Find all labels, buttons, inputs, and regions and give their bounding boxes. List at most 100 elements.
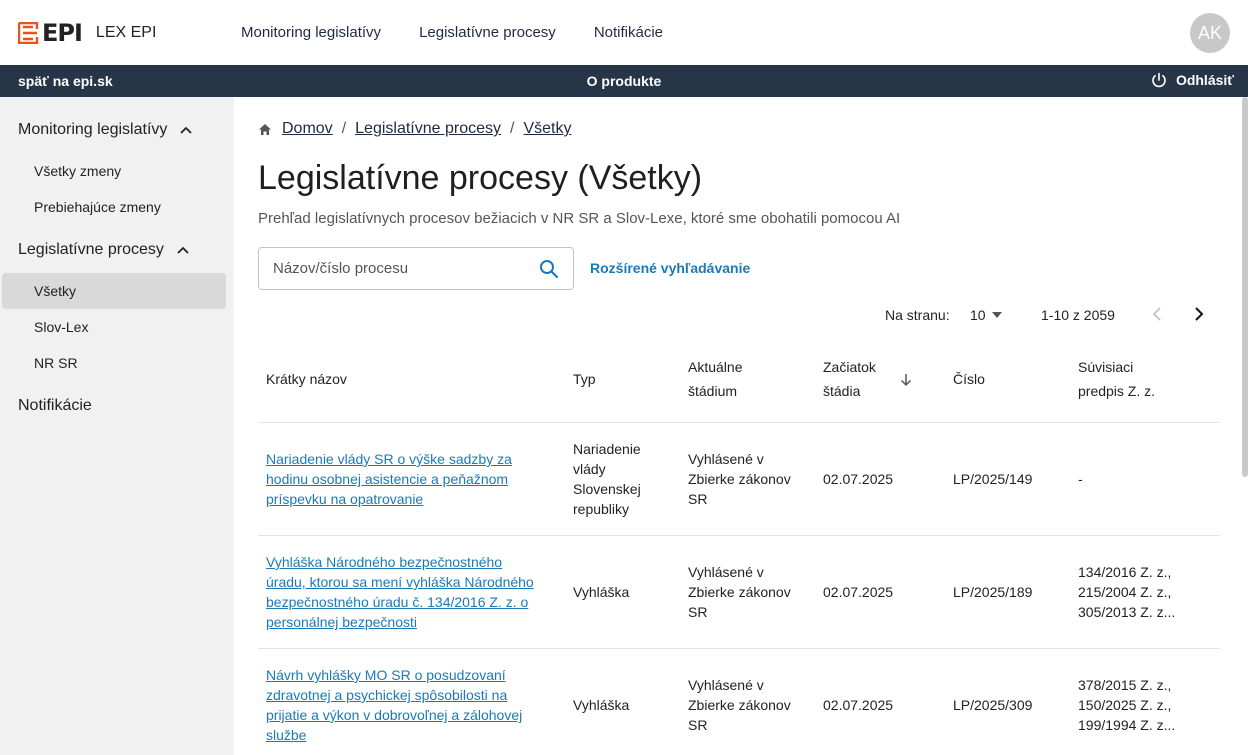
logo[interactable]: EPI LEX EPI — [18, 19, 156, 47]
breadcrumb-all[interactable]: Všetky — [523, 120, 571, 138]
row-date-cell: 02.07.2025 — [823, 584, 894, 600]
type-line: Slovenskej — [573, 481, 641, 497]
process-link-line: službe — [266, 727, 307, 743]
row-number-cell: LP/2025/189 — [953, 584, 1033, 600]
row-name-cell: Vyhláška Národného bezpečnostného úradu,… — [266, 552, 556, 632]
next-page-button[interactable] — [1190, 306, 1206, 327]
column-header-stage-line1: Aktuálne — [688, 359, 743, 375]
sidebar-item-all[interactable]: Všetky — [2, 273, 226, 309]
related-line: 199/1994 Z. z... — [1078, 717, 1176, 733]
stage-line: Vyhlásené v — [688, 677, 764, 693]
per-page-select[interactable]: 10 — [970, 307, 1002, 323]
table-row[interactable]: Vyhláška Národného bezpečnostného úradu,… — [258, 536, 1220, 649]
process-link[interactable]: Vyhláška Národného bezpečnostného úradu,… — [266, 554, 534, 630]
epi-logo-icon — [18, 21, 40, 44]
process-link-line: Nariadenie vlády SR o výške sadzby za — [266, 451, 512, 467]
row-related-cell: 378/2015 Z. z., 150/2025 Z. z., 199/1994… — [1078, 675, 1208, 735]
prev-page-button[interactable] — [1150, 306, 1166, 327]
breadcrumb: Domov / Legislatívne procesy / Všetky — [258, 120, 571, 138]
page-title: Legislatívne procesy (Všetky) — [258, 159, 703, 197]
process-link-line: zdravotnej a psychickej spôsobilosti na — [266, 687, 508, 703]
column-header-start-line2: štádia — [823, 383, 861, 399]
top-nav: Monitoring legislatívy Legislatívne proc… — [241, 0, 701, 65]
power-icon — [1152, 72, 1166, 88]
related-line: 305/2013 Z. z... — [1078, 604, 1176, 620]
sidebar-item-nr-sr[interactable]: NR SR — [2, 345, 226, 381]
sidebar-item-ongoing-changes[interactable]: Prebiehajúce zmeny — [2, 189, 226, 225]
row-number-cell: LP/2025/149 — [953, 471, 1033, 487]
breadcrumb-separator: / — [510, 120, 515, 137]
chevron-left-icon — [1152, 307, 1161, 321]
sort-arrow-down-icon[interactable] — [900, 373, 912, 387]
process-link[interactable]: Nariadenie vlády SR o výške sadzby za ho… — [266, 451, 512, 507]
breadcrumb-legislative[interactable]: Legislatívne procesy — [355, 120, 501, 138]
row-type-cell: Vyhláška — [573, 582, 673, 602]
related-line: 378/2015 Z. z., — [1078, 677, 1172, 693]
top-header: EPI LEX EPI Monitoring legislatívy Legis… — [0, 0, 1248, 65]
sidebar-group-label: Legislatívne procesy — [18, 241, 164, 258]
page-scrollbar[interactable] — [1242, 97, 1248, 477]
sidebar-group-legislative[interactable]: Legislatívne procesy — [18, 241, 190, 259]
sidebar-item-all-changes[interactable]: Všetky zmeny — [2, 153, 226, 189]
column-header-name[interactable]: Krátky názov — [266, 367, 347, 391]
chevron-up-icon — [180, 126, 193, 134]
stage-line: Zbierke zákonov — [688, 584, 791, 600]
type-line: Vyhláška — [573, 584, 630, 600]
sidebar-group-label: Monitoring legislatívy — [18, 121, 168, 138]
caret-down-icon — [991, 312, 1002, 318]
main-content: Domov / Legislatívne procesy / Všetky Le… — [234, 97, 1248, 755]
advanced-search-link[interactable]: Rozšírené vyhľadávanie — [590, 260, 750, 276]
row-stage-cell: Vyhlásené v Zbierke zákonov SR — [688, 675, 808, 735]
row-date-cell: 02.07.2025 — [823, 471, 894, 487]
column-header-start-line1: Začiatok — [823, 359, 876, 375]
nav-legislative-processes[interactable]: Legislatívne procesy — [419, 24, 556, 41]
process-link-line: Vyhláška Národného bezpečnostného — [266, 554, 503, 570]
pagination-range: 1-10 z 2059 — [1041, 307, 1115, 323]
nav-monitoring[interactable]: Monitoring legislatívy — [241, 24, 381, 41]
column-header-number[interactable]: Číslo — [953, 367, 985, 391]
related-line: 134/2016 Z. z., — [1078, 564, 1172, 580]
product-name: LEX EPI — [95, 23, 157, 41]
column-header-related[interactable]: Súvisiaci predpis Z. z. — [1078, 355, 1155, 403]
stage-line: Zbierke zákonov — [688, 471, 791, 487]
breadcrumb-home[interactable]: Domov — [282, 120, 333, 138]
sidebar-group-notifications[interactable]: Notifikácie — [18, 397, 92, 415]
sidebar-item-slov-lex[interactable]: Slov-Lex — [2, 309, 226, 345]
row-name-cell: Nariadenie vlády SR o výške sadzby za ho… — [266, 449, 556, 509]
about-product-link[interactable]: O produkte — [0, 73, 1248, 89]
stage-line: SR — [688, 717, 708, 733]
type-line: Nariadenie — [573, 441, 641, 457]
user-avatar[interactable]: AK — [1190, 13, 1230, 53]
column-header-type[interactable]: Typ — [573, 367, 596, 391]
logo-text: EPI — [42, 18, 83, 47]
search-input[interactable] — [273, 260, 539, 277]
column-header-stage[interactable]: Aktuálne štádium — [688, 355, 742, 403]
type-line: republiky — [573, 501, 630, 517]
related-line: 215/2004 Z. z., — [1078, 584, 1172, 600]
table-header: Krátky názov Typ Aktuálne štádium Začiat… — [258, 347, 1220, 423]
column-header-related-line2: predpis Z. z. — [1078, 383, 1156, 399]
row-number-cell: LP/2025/309 — [953, 697, 1033, 713]
per-page-value: 10 — [970, 307, 986, 323]
process-link[interactable]: Návrh vyhlášky MO SR o posudzovaní zdrav… — [266, 667, 522, 743]
process-link-line: Návrh vyhlášky MO SR o posudzovaní — [266, 667, 506, 683]
page-subtitle: Prehľad legislatívnych procesov bežiacic… — [258, 210, 901, 227]
breadcrumb-separator: / — [341, 120, 347, 137]
sidebar-group-label: Notifikácie — [18, 397, 92, 414]
row-stage-cell: Vyhlásené v Zbierke zákonov SR — [688, 562, 808, 622]
row-related-cell: 134/2016 Z. z., 215/2004 Z. z., 305/2013… — [1078, 562, 1208, 622]
sidebar-group-monitoring[interactable]: Monitoring legislatívy — [18, 121, 193, 139]
process-link-line: personálnej bezpečnosti — [266, 614, 417, 630]
stage-line: Zbierke zákonov — [688, 697, 791, 713]
logout-button[interactable]: Odhlásiť — [1151, 72, 1234, 88]
type-line: Vyhláška — [573, 697, 630, 713]
column-header-stage-start[interactable]: Začiatok štádia — [823, 355, 876, 403]
processes-table: Krátky názov Typ Aktuálne štádium Začiat… — [258, 347, 1220, 755]
table-row[interactable]: Nariadenie vlády SR o výške sadzby za ho… — [258, 423, 1220, 536]
row-related-cell: - — [1078, 469, 1208, 489]
table-row[interactable]: Návrh vyhlášky MO SR o posudzovaní zdrav… — [258, 649, 1220, 755]
home-icon[interactable] — [258, 123, 272, 136]
search-icon[interactable] — [539, 259, 559, 279]
type-line: vlády — [573, 461, 606, 477]
nav-notifications[interactable]: Notifikácie — [594, 24, 663, 41]
